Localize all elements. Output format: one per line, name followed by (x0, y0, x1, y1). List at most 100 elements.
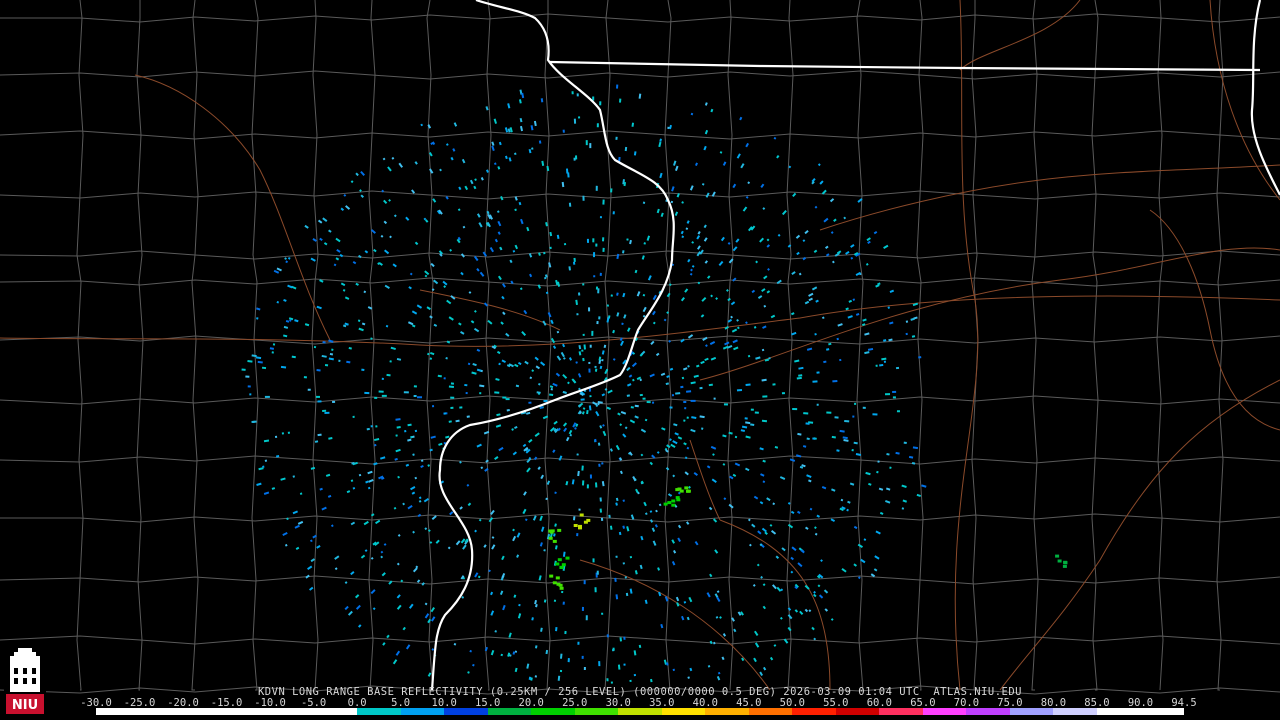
echo-pixel (592, 558, 595, 563)
echo-core-pixel (684, 486, 689, 490)
echo-pixel (703, 237, 708, 242)
echo-pixel (467, 502, 472, 507)
echo-pixel (912, 446, 919, 450)
echo-pixel (815, 299, 819, 303)
echo-pixel (524, 360, 529, 365)
echo-core-pixel (1062, 564, 1067, 568)
echo-pixel (820, 559, 823, 563)
echo-pixel (251, 420, 257, 423)
echo-pixel (595, 482, 598, 488)
echo-pixel (736, 388, 743, 392)
echo-pixel (759, 671, 764, 676)
echo-pixel (478, 222, 483, 228)
echo-pixel (540, 98, 544, 103)
echo-pixel (350, 479, 354, 483)
echo-pixel (685, 521, 690, 525)
echo-pixel (619, 470, 623, 475)
echo-pixel (608, 514, 611, 518)
echo-pixel (839, 429, 845, 433)
echo-pixel (470, 320, 475, 324)
echo-pixel (402, 502, 405, 506)
echo-pixel (599, 425, 603, 429)
echo-pixel (539, 515, 543, 521)
echo-pixel (412, 567, 418, 573)
echo-core-pixel (1063, 561, 1068, 565)
echo-pixel (480, 466, 484, 470)
echo-pixel (769, 524, 773, 527)
echo-pixel (284, 257, 287, 260)
echo-pixel (357, 624, 362, 628)
echo-pixel (559, 653, 563, 659)
scale-segment (879, 708, 923, 715)
echo-pixel (479, 392, 482, 395)
echo-pixel (568, 429, 573, 435)
echo-pixel (747, 181, 751, 185)
echo-pixel (842, 436, 848, 440)
echo-pixel (745, 195, 749, 199)
echo-pixel (636, 291, 641, 297)
echo-pixel (887, 306, 891, 309)
echo-pixel (665, 382, 669, 386)
echo-pixel (491, 536, 495, 539)
echo-pixel (719, 616, 722, 619)
echo-pixel (431, 648, 435, 651)
echo-pixel (626, 366, 631, 372)
echo-pixel (437, 374, 442, 378)
echo-pixel (518, 201, 522, 206)
echo-pixel (757, 530, 762, 535)
echo-pixel (448, 385, 455, 389)
echo-pixel (585, 140, 588, 146)
echo-pixel (706, 592, 711, 598)
echo-pixel (689, 185, 694, 191)
echo-pixel (336, 248, 341, 253)
echo-pixel (374, 396, 378, 399)
echo-pixel (629, 239, 632, 245)
echo-pixel (452, 148, 456, 152)
echo-pixel (305, 574, 310, 579)
echo-pixel (554, 491, 557, 495)
echo-pixel (276, 300, 280, 304)
echo-pixel (624, 426, 628, 430)
echo-pixel (507, 103, 511, 109)
echo-pixel (781, 392, 786, 395)
echo-pixel (485, 459, 489, 463)
echo-pixel (363, 290, 367, 294)
echo-pixel (518, 603, 521, 607)
echo-pixel (622, 562, 625, 565)
echo-pixel (752, 584, 756, 587)
echo-pixel (562, 373, 568, 379)
echo-pixel (568, 266, 571, 271)
echo-pixel (304, 224, 309, 229)
echo-pixel (813, 593, 817, 598)
scale-segment (1009, 708, 1054, 715)
echo-pixel (622, 525, 626, 529)
echo-pixel (500, 321, 504, 325)
echo-pixel (367, 470, 373, 475)
echo-pixel (352, 415, 355, 418)
echo-pixel (562, 343, 566, 348)
echo-pixel (576, 453, 579, 456)
echo-pixel (701, 182, 705, 186)
echo-pixel (634, 269, 638, 274)
county-line (0, 70, 1280, 80)
echo-pixel (317, 433, 322, 437)
echo-pixel (514, 152, 517, 155)
echo-pixel (522, 508, 527, 515)
echo-pixel (430, 616, 436, 622)
echo-core-pixel (671, 503, 676, 507)
echo-pixel (650, 340, 655, 345)
county-line (251, 0, 259, 691)
echo-pixel (903, 441, 907, 444)
echo-pixel (249, 393, 252, 396)
echo-pixel (543, 599, 547, 603)
echo-pixel (514, 667, 518, 673)
echo-pixel (885, 500, 891, 504)
echo-pixel (430, 435, 436, 439)
echo-pixel (314, 440, 319, 443)
echo-pixel (875, 530, 881, 535)
echo-pixel (479, 384, 485, 388)
echo-pixel (453, 642, 457, 646)
echo-pixel (640, 428, 647, 433)
echo-pixel (490, 649, 495, 656)
echo-pixel (328, 357, 334, 361)
